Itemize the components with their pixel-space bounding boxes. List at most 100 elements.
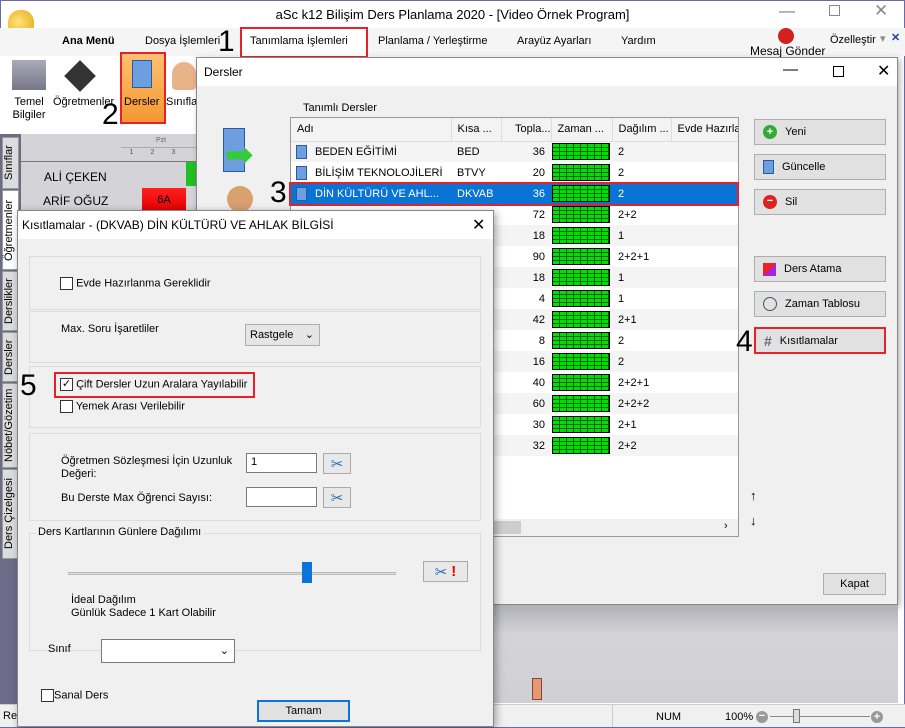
clock-icon [763,297,777,311]
close-button[interactable]: Kapat [823,573,886,595]
tools-icon[interactable]: ✂ [323,453,351,474]
close-ribbon-icon[interactable]: ✕ [891,31,900,44]
chevron-down-icon: ⌄ [304,329,314,341]
message-icon[interactable] [778,28,794,44]
chevron-down-icon: ⌄ [219,645,229,657]
minimize-icon[interactable]: — [779,3,795,21]
menu-dosya[interactable]: Dosya İşlemleri [145,35,220,47]
assign-button[interactable]: Ders Atama [754,256,886,282]
max-students-input[interactable] [246,487,317,507]
ribbon-siniflar[interactable]: Sınıfla [166,96,197,108]
time-grid-icon [552,143,610,161]
column-header[interactable]: Evde Hazırla [671,118,738,142]
constraints-title: Kısıtlamalar - (DKVAB) DİN KÜLTÜRÜ VE AH… [22,218,334,232]
message-button[interactable]: Mesaj Gönder [750,44,825,58]
lesson-name: BİLİŞİM TEKNOLOJİLERİ [315,166,443,179]
distribution-label: Ders Kartlarının Günlere Dağılımı [36,526,204,538]
contract-input[interactable]: 1 [246,453,317,473]
close-icon[interactable]: ✕ [877,61,890,81]
checkbox-box[interactable] [60,277,73,290]
close-icon[interactable]: ✕ [472,215,485,235]
title-bar: aSc k12 Bilişim Ders Planlama 2020 - [Vi… [1,1,904,28]
column-header[interactable]: Adı [291,118,452,142]
lesson-total: 90 [532,250,545,263]
selection-highlight [289,182,739,206]
checkbox-box[interactable] [60,400,73,413]
max-question-select[interactable]: Rastgele ⌄ [245,324,320,346]
update-button[interactable]: Güncelle [754,154,886,180]
lesson-total: 18 [532,229,545,242]
timetable: Pzt 1 2 3 ALİ ÇEKEN ARİF OĞUZ 6A [21,134,201,214]
homework-checkbox[interactable]: Evde Hazırlanma Gereklidir [60,277,211,290]
menu-planlama[interactable]: Planlama / Yerleştirme [378,35,487,47]
lesson-total: 20 [532,166,545,179]
column-header[interactable]: Dağılım ... [612,118,672,142]
minimize-icon[interactable]: — [783,61,798,78]
zoom-slider[interactable] [770,716,870,717]
step-2-label: 2 [102,98,119,131]
menu-ana-menu[interactable]: Ana Menü [62,35,115,47]
menu-yardim[interactable]: Yardım [621,35,656,47]
lesson-distribution: 2+2+1 [618,250,650,263]
menu-tanimlama-label: Tanımlama İşlemleri [250,35,348,47]
tools-icon[interactable]: ✂ [323,487,351,508]
table-row[interactable]: BEDEN EĞİTİMİ BED 36 2 [291,141,738,162]
menu-tanimlama[interactable]: Tanımlama İşlemleri [240,27,368,58]
lesson-total: 36 [532,145,545,158]
window-title: aSc k12 Bilişim Ders Planlama 2020 - [Vi… [275,7,630,22]
time-grid-icon [552,416,610,433]
move-down-icon[interactable]: ↓ [750,513,757,528]
minus-icon: − [763,195,777,209]
lunch-checkbox[interactable]: Yemek Arası Verilebilir [60,400,185,413]
move-up-icon[interactable]: ↑ [750,488,757,503]
time-grid-icon [552,248,610,265]
lesson-total: 40 [532,376,545,389]
zoom-in-icon[interactable]: + [871,711,883,723]
side-tab-siniflar[interactable]: Sınıflar [2,137,19,189]
zoom-slider-thumb[interactable] [793,709,800,723]
column-header[interactable]: Zaman ... [551,118,613,142]
maximize-icon[interactable] [833,66,844,77]
column-header[interactable]: Kısa ... [451,118,502,142]
table-row[interactable]: BİLİŞİM TEKNOLOJİLERİ BTVY 20 2 [291,162,738,183]
constraints-button[interactable]: # Kısıtlamalar [754,327,886,354]
lesson-distribution: 2 [618,166,625,179]
close-icon[interactable]: ✕ [874,1,888,21]
column-header[interactable]: Topla... [501,118,552,142]
ribbon-temel-bilgiler[interactable]: Temel Bilgiler [12,96,46,122]
checkbox-box[interactable] [41,689,54,702]
double-lessons-checkbox[interactable]: ✓ Çift Dersler Uzun Aralara Yayılabilir [60,378,247,391]
checkbox-checked[interactable]: ✓ [60,378,73,391]
maximize-icon[interactable] [829,5,840,16]
distribution-group [29,533,481,651]
door-exit-icon[interactable] [532,678,542,700]
distribution-slider-thumb[interactable] [302,562,313,583]
dersler-title: Dersler [204,65,243,79]
period-2: 2 [150,149,155,156]
ok-button[interactable]: Tamam [257,700,350,722]
constraints-dialog: Kısıtlamalar - (DKVAB) DİN KÜLTÜRÜ VE AH… [17,210,494,727]
timetable-cell[interactable]: 6A [142,188,186,212]
ribbon-dersler[interactable]: Dersler [120,52,166,124]
time-grid-icon [552,311,610,328]
chevron-right-icon[interactable]: › [724,520,728,532]
timetable-button[interactable]: Zaman Tablosu [754,291,886,317]
delete-button[interactable]: − Sil [754,189,886,215]
hash-icon: # [764,332,772,349]
status-text: Re [3,710,18,722]
virtual-checkbox[interactable]: Sanal Ders [41,689,108,702]
new-button[interactable]: + Yeni [754,119,886,145]
class-select[interactable]: ⌄ [101,639,235,663]
menu-arayuz[interactable]: Arayüz Ayarları [517,35,591,47]
distribution-slider[interactable] [68,572,396,575]
tools-warning-icon[interactable]: ✂! [423,561,468,582]
time-grid-icon [552,353,610,370]
chevron-down-icon[interactable]: ▾ [880,32,886,45]
zoom-out-icon[interactable]: − [756,711,768,723]
period-3: 3 [171,149,176,156]
time-grid-icon [552,164,610,181]
num-lock-indicator: NUM [656,711,682,723]
customize-button[interactable]: Özelleştir [830,34,876,46]
max-question-value: Rastgele [250,329,294,341]
constraints-title-bar: Kısıtlamalar - (DKVAB) DİN KÜLTÜRÜ VE AH… [18,211,493,239]
